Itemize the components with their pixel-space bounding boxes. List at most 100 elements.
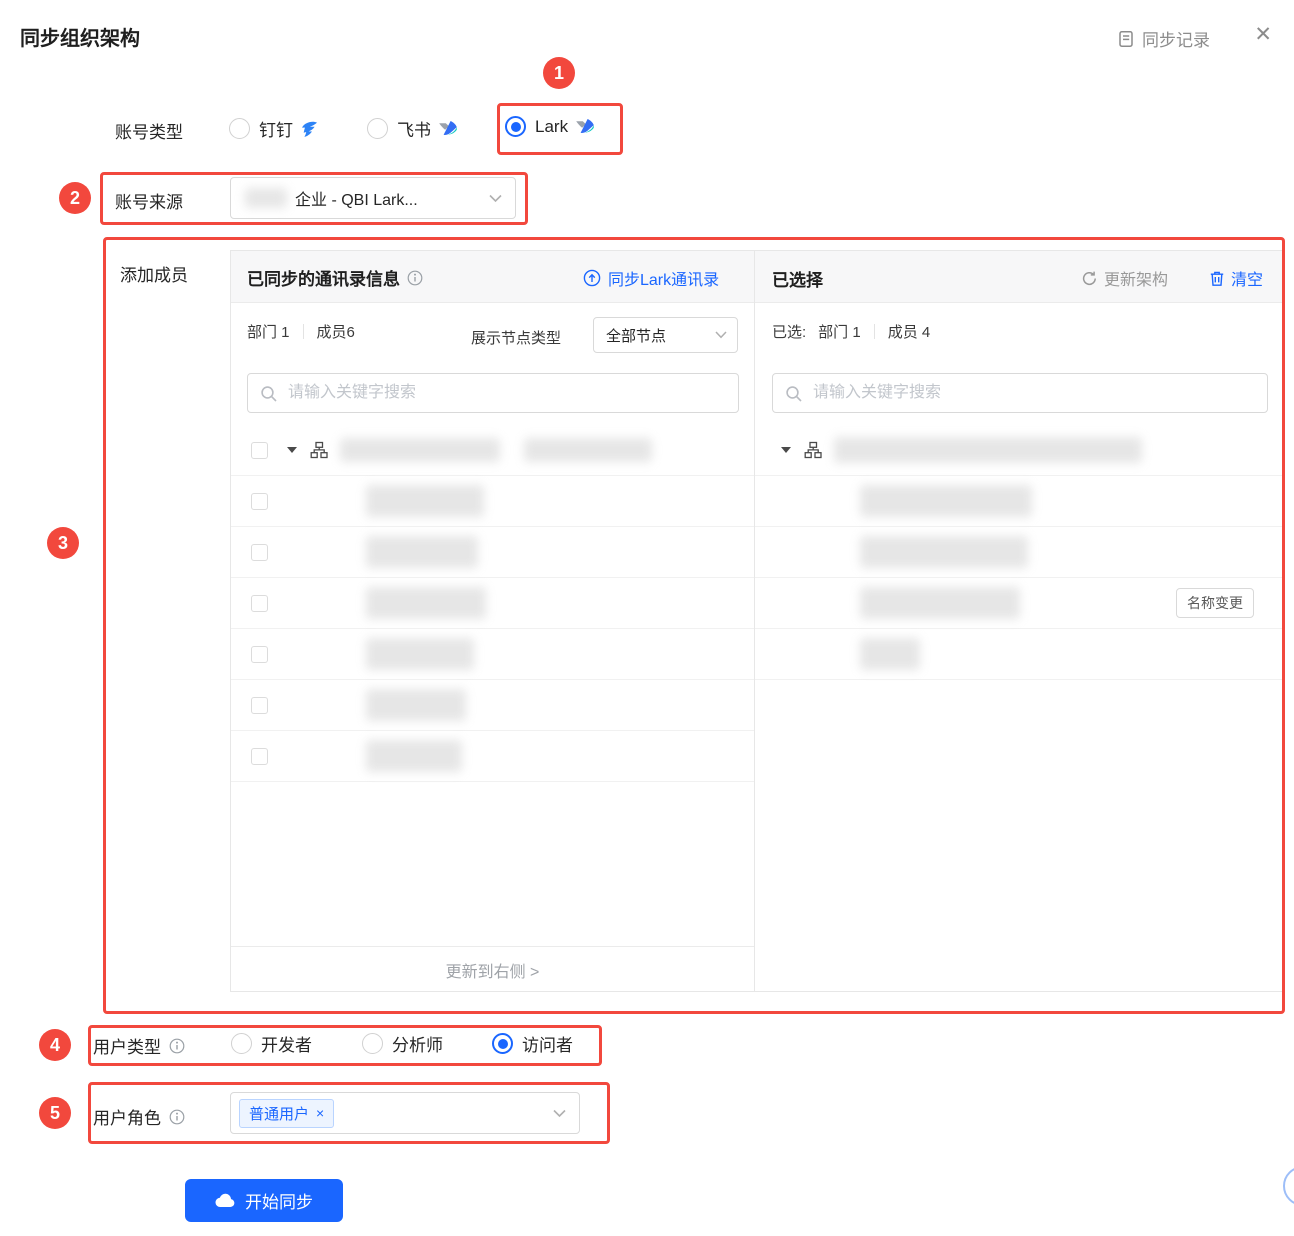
tree-row-root[interactable] [231, 425, 754, 476]
tree-row[interactable]: 名称变更 [755, 578, 1284, 629]
close-icon[interactable]: ✕ [1254, 22, 1272, 47]
redacted-text [366, 638, 474, 670]
add-members-label: 添加成员 [120, 266, 188, 285]
left-search-input[interactable] [248, 374, 738, 412]
row-checkbox[interactable] [251, 441, 268, 459]
node-type-select[interactable]: 全部节点 [593, 317, 738, 353]
radio-label: 分析师 [392, 1036, 443, 1055]
annotation-badge-3: 3 [47, 527, 79, 559]
annotation-badge-1: 1 [543, 57, 575, 89]
row-checkbox[interactable] [251, 696, 268, 714]
refresh-icon [1081, 270, 1098, 287]
sync-lark-contacts-link[interactable]: 同步Lark通讯录 [583, 266, 719, 290]
user-role-tag: 普通用户 × [239, 1098, 335, 1128]
radio-option-visitor[interactable]: 访问者 [492, 1031, 580, 1056]
left-search-box [247, 373, 739, 413]
radio-label: 钉钉 [259, 121, 293, 140]
tree-row[interactable] [755, 527, 1284, 578]
tree-row[interactable] [231, 527, 754, 578]
radio-icon[interactable] [362, 1033, 383, 1054]
caret-down-icon[interactable] [287, 447, 297, 453]
row-checkbox[interactable] [251, 492, 268, 510]
row-checkbox[interactable] [251, 645, 268, 663]
transfer-panel: 已同步的通讯录信息 同步Lark通讯录 已选择 更新架构 清空 部门 1 成员6… [230, 250, 1284, 993]
refresh-structure-button[interactable]: 更新架构 [1081, 266, 1168, 290]
redacted-text [366, 689, 466, 721]
right-member-stat: 成员 4 [887, 324, 931, 341]
account-source-select[interactable]: 企业 - QBI Lark... [230, 177, 516, 219]
search-icon [785, 385, 803, 408]
move-to-right-label: 更新到右侧 > [445, 964, 540, 981]
name-change-badge: 名称变更 [1176, 588, 1254, 618]
account-source-value: 企业 - QBI Lark... [295, 192, 418, 209]
radio-selected-icon[interactable] [492, 1033, 513, 1054]
right-panel-title: 已选择 [772, 271, 823, 290]
radio-icon[interactable] [367, 118, 388, 139]
tree-row[interactable] [231, 476, 754, 527]
tree-row[interactable] [231, 578, 754, 629]
row-checkbox[interactable] [251, 747, 268, 765]
refresh-structure-label: 更新架构 [1104, 272, 1169, 289]
radio-icon[interactable] [229, 118, 250, 139]
redacted-text [860, 638, 920, 670]
right-search-box [772, 373, 1268, 413]
right-search-input[interactable] [773, 374, 1267, 412]
page-title: 同步组织架构 [20, 28, 140, 50]
radio-option-lark[interactable]: Lark [505, 116, 595, 137]
radio-option-developer[interactable]: 开发者 [231, 1031, 319, 1056]
tree-row[interactable] [231, 680, 754, 731]
radio-icon[interactable] [231, 1033, 252, 1054]
org-tree-icon [804, 441, 822, 459]
stat-divider [873, 324, 875, 339]
radio-selected-icon[interactable] [505, 116, 526, 137]
left-dept-stat: 部门 1 [247, 324, 290, 341]
redacted-text [366, 485, 484, 517]
redacted-text [340, 438, 500, 462]
clear-selection-button[interactable]: 清空 [1209, 266, 1263, 290]
sync-log-icon [1117, 30, 1135, 48]
annotation-badge-5: 5 [39, 1097, 71, 1129]
org-tree-icon [310, 441, 328, 459]
user-type-label: 用户类型 [93, 1038, 161, 1057]
account-type-label: 账号类型 [115, 123, 183, 142]
dingtalk-logo-icon [300, 119, 319, 138]
account-source-label: 账号来源 [115, 193, 183, 212]
radio-option-dingtalk[interactable]: 钉钉 [229, 116, 319, 141]
trash-icon [1209, 270, 1225, 287]
lark-logo-icon [575, 118, 595, 135]
tree-row[interactable] [755, 476, 1284, 527]
floating-help-button[interactable] [1283, 1166, 1294, 1206]
radio-option-analyst[interactable]: 分析师 [362, 1031, 450, 1056]
chevron-down-icon [489, 194, 502, 203]
redacted-text [860, 536, 1028, 568]
sync-log-label: 同步记录 [1142, 31, 1210, 50]
move-to-right-button[interactable]: 更新到右侧 > [231, 946, 754, 993]
tree-row-root[interactable] [755, 425, 1284, 476]
tag-remove-icon[interactable]: × [316, 1105, 324, 1121]
radio-label: Lark [535, 116, 569, 136]
user-role-select[interactable]: 普通用户 × [230, 1092, 580, 1134]
info-icon [169, 1109, 185, 1125]
redacted-text [366, 587, 486, 619]
start-sync-button[interactable]: 开始同步 [185, 1179, 343, 1222]
left-member-stat: 成员6 [316, 324, 355, 341]
tree-row[interactable] [755, 629, 1284, 680]
caret-down-icon[interactable] [781, 447, 791, 453]
right-tree: 名称变更 [755, 425, 1284, 680]
clear-selection-label: 清空 [1231, 272, 1264, 289]
tree-row[interactable] [231, 731, 754, 782]
radio-label: 开发者 [261, 1036, 312, 1055]
row-checkbox[interactable] [251, 543, 268, 561]
tree-row[interactable] [231, 629, 754, 680]
sync-lark-contacts-label: 同步Lark通讯录 [608, 272, 720, 289]
left-panel-title: 已同步的通讯录信息 [247, 270, 400, 289]
stat-divider [302, 324, 304, 339]
sync-log-button[interactable]: 同步记录 [1117, 26, 1210, 51]
redacted-text [366, 740, 462, 772]
radio-option-feishu[interactable]: 飞书 [367, 116, 458, 141]
node-type-value: 全部节点 [606, 327, 667, 345]
radio-label: 访问者 [522, 1036, 573, 1055]
chevron-down-icon [553, 1109, 566, 1118]
row-checkbox[interactable] [251, 594, 268, 612]
radio-label: 飞书 [397, 121, 431, 140]
